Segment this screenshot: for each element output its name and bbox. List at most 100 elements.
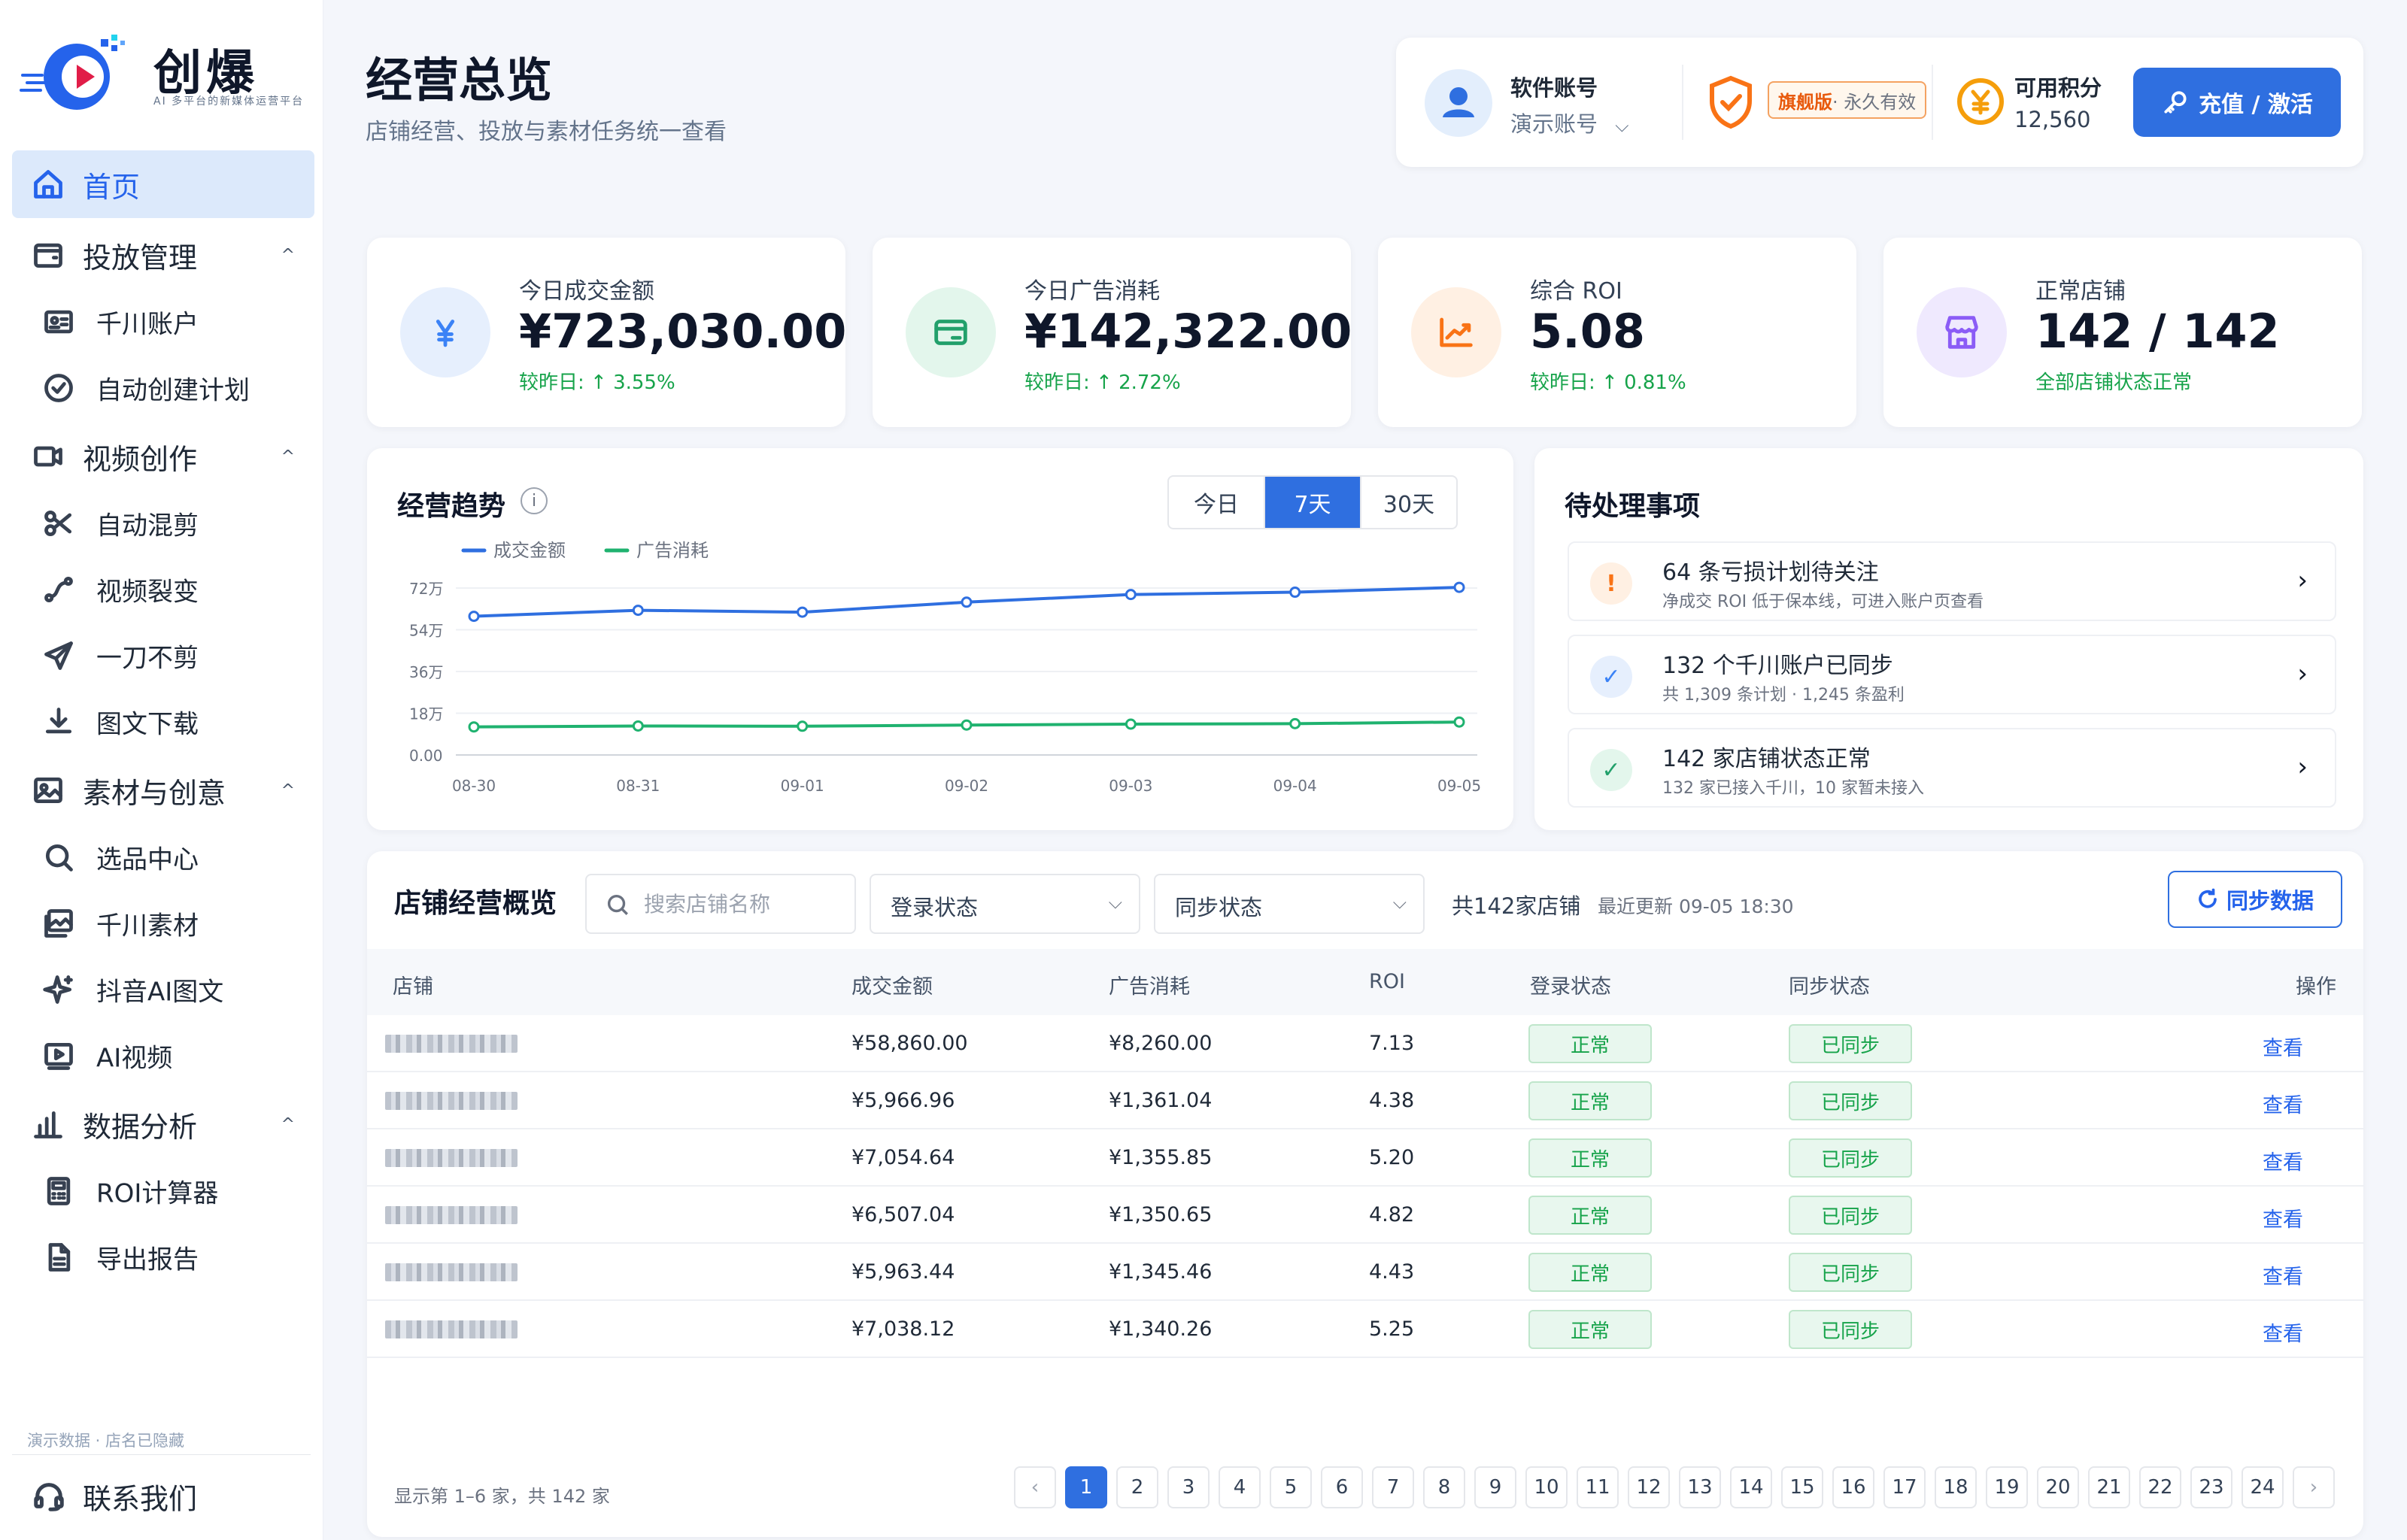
account-switcher[interactable]: 演示账号 ⌵ bbox=[1510, 107, 1628, 138]
data-point bbox=[632, 605, 644, 617]
nav-auto-mix-label: 自动混剪 bbox=[96, 511, 199, 541]
sync-status-value: 同步状态 bbox=[1175, 895, 1263, 920]
nav-douyin-ai-graphic[interactable]: 抖音AI图文 bbox=[12, 959, 314, 1020]
collapse-caret-icon[interactable]: ^ bbox=[281, 447, 295, 466]
recharge-button[interactable]: 充值 / 激活 bbox=[2133, 68, 2341, 137]
kpi-card[interactable]: 综合 ROI 5.08 较昨日: ↑ 0.81% bbox=[1378, 238, 1856, 427]
nav-contact[interactable]: 联系我们 bbox=[12, 1466, 314, 1526]
page-button[interactable]: 19 bbox=[1986, 1466, 2028, 1508]
edition-validity: · 永久有效 bbox=[1832, 91, 1917, 113]
calculator-icon bbox=[47, 1177, 71, 1205]
nav-roi-calc[interactable]: ROI计算器 bbox=[12, 1161, 314, 1221]
prev-page-button[interactable]: ‹ bbox=[1014, 1466, 1056, 1508]
page-button[interactable]: 24 bbox=[2242, 1466, 2284, 1508]
kpi-card[interactable]: 正常店铺 142 / 142 全部店铺状态正常 bbox=[1883, 238, 2362, 427]
points-value: 12,560 bbox=[2014, 107, 2091, 132]
login-status-select[interactable]: 登录状态 ⌵ bbox=[870, 874, 1140, 934]
cost-cell: ¥1,350.65 bbox=[1109, 1203, 1213, 1226]
page-button[interactable]: 15 bbox=[1781, 1466, 1823, 1508]
page-button[interactable]: 4 bbox=[1219, 1466, 1261, 1508]
collapse-caret-icon[interactable]: ^ bbox=[281, 246, 295, 265]
download-icon bbox=[45, 708, 72, 734]
page-button[interactable]: 14 bbox=[1730, 1466, 1772, 1508]
next-page-button[interactable]: › bbox=[2293, 1466, 2335, 1508]
kpi-delta: 较昨日: ↑ 2.72% bbox=[1024, 371, 1181, 394]
nav-group-data[interactable]: 数据分析 ^ bbox=[12, 1090, 314, 1158]
column-header: 登录状态 bbox=[1530, 975, 1611, 999]
avatar[interactable] bbox=[1425, 69, 1492, 137]
login-status-value: 登录状态 bbox=[891, 895, 979, 920]
page-button[interactable]: 3 bbox=[1167, 1466, 1210, 1508]
nav-export-report[interactable]: 导出报告 bbox=[12, 1227, 314, 1287]
sync-status-select[interactable]: 同步状态 ⌵ bbox=[1154, 874, 1425, 934]
page-subtitle: 店铺经营、投放与素材任务统一查看 bbox=[366, 119, 727, 145]
todo-item[interactable]: ! 64 条亏损计划待关注 净成交 ROI 低于保本线，可进入账户页查看 › bbox=[1568, 541, 2336, 621]
page-button[interactable]: 16 bbox=[1832, 1466, 1874, 1508]
view-link[interactable]: 查看 bbox=[2263, 1260, 2303, 1290]
y-tick-label: 18万 bbox=[409, 705, 443, 723]
data-point bbox=[797, 606, 809, 618]
view-link[interactable]: 查看 bbox=[2263, 1203, 2303, 1232]
collapse-caret-icon[interactable]: ^ bbox=[281, 1115, 295, 1134]
view-link[interactable]: 查看 bbox=[2263, 1089, 2303, 1118]
view-link[interactable]: 查看 bbox=[2263, 1032, 2303, 1061]
nav-qianchuan-material[interactable]: 千川素材 bbox=[12, 893, 314, 953]
page-button[interactable]: 23 bbox=[2190, 1466, 2232, 1508]
nav-video-fission[interactable]: 视频裂变 bbox=[12, 559, 314, 620]
sync-data-button[interactable]: 同步数据 bbox=[2168, 871, 2342, 928]
nav-selection-center[interactable]: 选品中心 bbox=[12, 827, 314, 887]
store-search[interactable] bbox=[585, 874, 856, 934]
gallery-icon bbox=[44, 909, 73, 938]
nav-auto-plan[interactable]: 自动创建计划 bbox=[12, 358, 314, 418]
y-tick-label: 54万 bbox=[409, 622, 443, 640]
data-point bbox=[1453, 581, 1465, 593]
page-button[interactable]: 22 bbox=[2139, 1466, 2181, 1508]
page-button[interactable]: 12 bbox=[1628, 1466, 1670, 1508]
store-search-input[interactable] bbox=[644, 887, 847, 920]
page-button[interactable]: 1 bbox=[1065, 1466, 1107, 1508]
nav-qianchuan-account[interactable]: 千川账户 bbox=[12, 292, 314, 352]
data-point bbox=[1125, 589, 1137, 601]
page-button[interactable]: 13 bbox=[1679, 1466, 1721, 1508]
view-link[interactable]: 查看 bbox=[2263, 1146, 2303, 1175]
page-button[interactable]: 20 bbox=[2037, 1466, 2079, 1508]
kpi-value: ¥723,030.00 bbox=[519, 304, 847, 359]
view-link[interactable]: 查看 bbox=[2263, 1317, 2303, 1347]
collapse-caret-icon[interactable]: ^ bbox=[281, 781, 295, 800]
page-button[interactable]: 7 bbox=[1372, 1466, 1414, 1508]
nav-group-ads[interactable]: 投放管理 ^ bbox=[12, 221, 314, 289]
nav-export-report-label: 导出报告 bbox=[96, 1244, 199, 1275]
divider bbox=[1682, 65, 1683, 140]
nav-auto-mix[interactable]: 自动混剪 bbox=[12, 493, 314, 553]
nav-home[interactable]: 首页 bbox=[12, 150, 314, 218]
nav-no-cut[interactable]: 一刀不剪 bbox=[12, 626, 314, 686]
page-button[interactable]: 10 bbox=[1525, 1466, 1568, 1508]
brand-logo[interactable]: 创爆 AI 多平台的新媒体运营平台 bbox=[20, 27, 305, 117]
nav-group-video-label: 视频创作 bbox=[83, 442, 198, 476]
kpi-card[interactable]: 今日广告消耗 ¥142,322.00 较昨日: ↑ 2.72% bbox=[873, 238, 1352, 427]
nav-group-video[interactable]: 视频创作 ^ bbox=[12, 423, 314, 490]
divider bbox=[1932, 65, 1933, 140]
page-button[interactable]: 5 bbox=[1270, 1466, 1312, 1508]
nav-graphic-download[interactable]: 图文下载 bbox=[12, 692, 314, 752]
page-button[interactable]: 2 bbox=[1116, 1466, 1158, 1508]
kpi-icon-badge bbox=[1917, 287, 2007, 377]
page-button[interactable]: 11 bbox=[1577, 1466, 1619, 1508]
page-button[interactable]: 9 bbox=[1474, 1466, 1516, 1508]
nav-no-cut-label: 一刀不剪 bbox=[96, 643, 199, 674]
kpi-card[interactable]: 今日成交金额 ¥723,030.00 较昨日: ↑ 3.55% bbox=[367, 238, 847, 427]
sync-status-badge: 已同步 bbox=[1789, 1196, 1912, 1235]
page-button[interactable]: 21 bbox=[2088, 1466, 2130, 1508]
page-button[interactable]: 17 bbox=[1883, 1466, 1926, 1508]
page-button[interactable]: 6 bbox=[1321, 1466, 1363, 1508]
page-button[interactable]: 18 bbox=[1935, 1466, 1977, 1508]
page-button[interactable]: 8 bbox=[1423, 1466, 1465, 1508]
send-icon bbox=[44, 641, 73, 670]
nav-ai-video[interactable]: AI视频 bbox=[12, 1026, 314, 1086]
headset-icon bbox=[34, 1483, 64, 1511]
todo-item[interactable]: ✓ 142 家店铺状态正常 132 家已接入千川，10 家暂未接入 › bbox=[1568, 728, 2336, 808]
todo-item[interactable]: ✓ 132 个千川账户已同步共 1,309 条计划 · 1,245 条盈利 › bbox=[1568, 635, 2336, 714]
chevron-down-icon: ⌵ bbox=[1615, 115, 1629, 136]
play-box-icon bbox=[44, 1042, 73, 1070]
nav-group-material[interactable]: 素材与创意 ^ bbox=[12, 756, 314, 824]
